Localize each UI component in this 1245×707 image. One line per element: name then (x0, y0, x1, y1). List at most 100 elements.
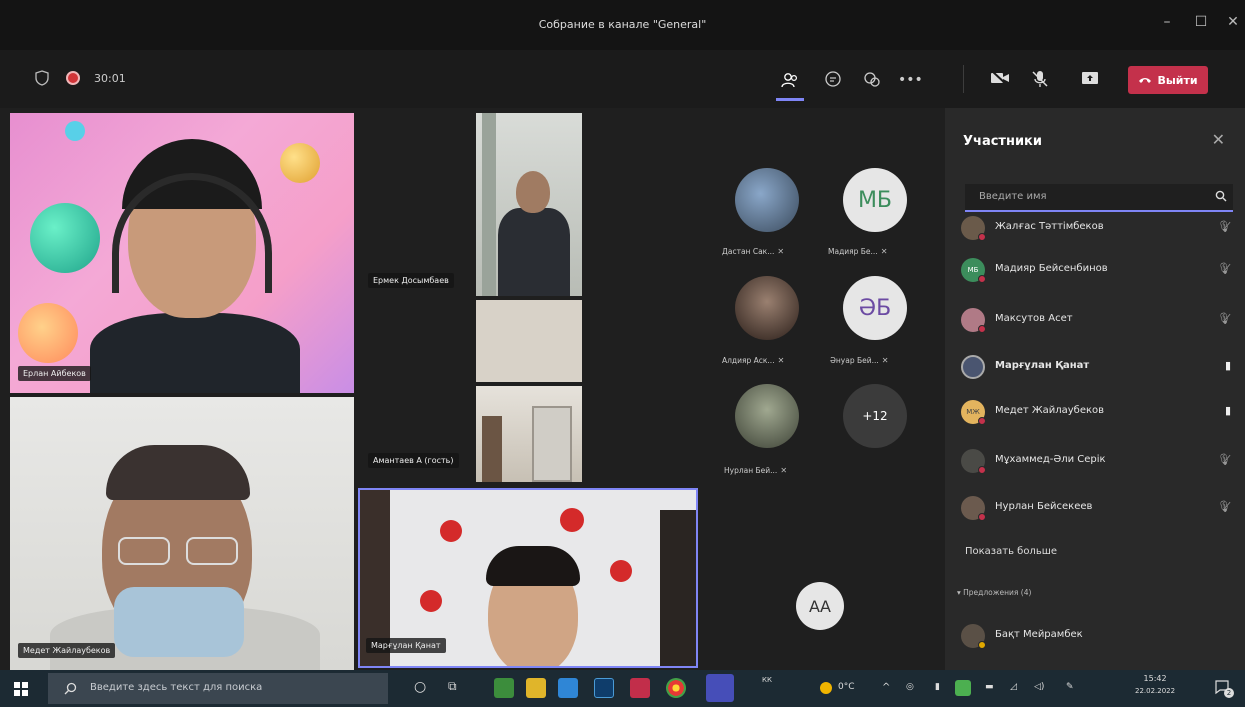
mic-off-icon[interactable] (1030, 70, 1050, 90)
video-tile-amantaev[interactable] (476, 386, 582, 482)
network-icon[interactable]: ◿ (1010, 682, 1017, 692)
reactions-icon[interactable] (862, 70, 882, 90)
clock-date: 22.02.2022 (1135, 687, 1176, 695)
close-panel-icon[interactable]: ✕ (1212, 130, 1225, 149)
window-title: Собрание в канале "General" (538, 18, 707, 31)
search-input[interactable] (979, 191, 1199, 202)
taskbar-search[interactable]: Введите здесь текст для поиска (48, 673, 388, 704)
avatar (961, 308, 986, 333)
suggestions-header[interactable]: ▾ Предложения (4) (957, 588, 1031, 597)
flower-pattern (610, 560, 632, 582)
close-window-button[interactable]: ✕ (1222, 14, 1244, 30)
person-body (90, 313, 300, 393)
search-icon[interactable] (1215, 190, 1227, 205)
minimize-button[interactable]: – (1156, 14, 1178, 30)
participant-name: Ерлан Айбеков (18, 366, 91, 381)
avatar-initials[interactable]: ӘБ (843, 276, 907, 340)
camera-off-icon[interactable] (990, 70, 1010, 90)
people-button[interactable] (780, 70, 800, 90)
furniture (482, 416, 502, 482)
participant-row[interactable]: Мұхаммед-Әли Серік 🎙︎̸ (961, 449, 1231, 474)
participant-search[interactable] (965, 184, 1233, 212)
more-participants-button[interactable]: +12 (843, 384, 907, 448)
mic-on-icon: ▮ (1224, 359, 1231, 372)
flower-pattern (420, 590, 442, 612)
mic-off-icon: ✕ (780, 466, 788, 475)
participant-row[interactable]: МБ Мадияр Бейсенбинов 🎙︎̸ (961, 258, 1231, 283)
mic-off-icon: 🎙︎̸ (1217, 500, 1231, 513)
decor-sphere (280, 143, 320, 183)
pen-icon[interactable]: ✎ (1066, 682, 1074, 692)
avatar: МЖ (961, 400, 986, 425)
clock[interactable]: 15:42 22.02.2022 (1135, 674, 1175, 695)
language-indicator[interactable]: КК (762, 676, 772, 684)
chat-icon[interactable] (823, 70, 843, 90)
participant-name: Марғұлан Қанат (366, 638, 446, 653)
mic-off-icon: 🎙︎̸ (1217, 262, 1231, 275)
participant-row[interactable]: Нурлан Бейсекеев 🎙︎̸ (961, 496, 1231, 521)
teams-icon[interactable] (706, 674, 734, 702)
meeting-toolbar: 30:01 ••• Выйти (0, 50, 1245, 108)
glasses-icon (118, 537, 170, 565)
avatar-photo[interactable] (735, 276, 799, 340)
video-tile-zhailaubekov[interactable]: Медет Жайлаубеков (10, 397, 354, 670)
participant-row[interactable]: Марғұлан Қанат ▮ (961, 355, 1231, 379)
participant-name: Ермек Досымбаев (368, 273, 454, 288)
person-hair (106, 445, 250, 500)
store-icon[interactable] (558, 678, 578, 698)
mail-icon[interactable] (594, 678, 614, 698)
glasses-icon (186, 537, 238, 565)
decor-sphere (30, 203, 100, 273)
shield-icon (32, 70, 52, 90)
tray-app-icon[interactable] (955, 680, 971, 696)
mic-off-icon: ✕ (880, 247, 888, 256)
cortana-icon[interactable]: ○ (414, 679, 426, 695)
tray-mic-icon[interactable]: ▮ (935, 682, 940, 692)
audio-tile[interactable]: АА (712, 542, 945, 670)
suggested-row[interactable]: Бақт Мейрамбек (961, 624, 1231, 649)
phone-icon (1138, 74, 1152, 87)
participant-row[interactable]: МЖ Медет Жайлаубеков ▮ (961, 400, 1231, 425)
app-icon-red[interactable] (630, 678, 650, 698)
face-mask (114, 587, 244, 657)
share-screen-icon[interactable] (1080, 70, 1100, 90)
avatar-label: Мадияр Бе... ✕ (828, 247, 888, 256)
folder-icon[interactable] (526, 678, 546, 698)
tray-chevron-icon[interactable]: ^ (882, 682, 890, 693)
mic-off-icon: ✕ (777, 247, 785, 256)
volume-icon[interactable]: ◁) (1034, 682, 1044, 692)
task-view-icon[interactable]: ⧉ (448, 679, 457, 694)
avatar-photo[interactable] (735, 384, 799, 448)
avatar-photo[interactable] (735, 168, 799, 232)
show-more-link[interactable]: Показать больше (965, 546, 1057, 557)
participant-row[interactable]: Жалғас Тәттімбеков 🎙︎̸ (961, 216, 1231, 241)
clock-time: 15:42 (1143, 674, 1167, 683)
video-tile-aibekov[interactable]: Ерлан Айбеков (10, 113, 354, 393)
battery-icon[interactable]: ▬ (985, 682, 994, 692)
leave-button[interactable]: Выйти (1128, 66, 1208, 94)
video-tile-dosymbaev[interactable] (476, 113, 582, 296)
maximize-button[interactable]: ☐ (1190, 14, 1212, 30)
person-hair (486, 546, 580, 586)
notification-center-icon[interactable]: 2 (1214, 679, 1234, 698)
mic-on-icon: ▮ (1224, 404, 1231, 417)
chrome-icon[interactable] (666, 678, 686, 698)
avatar-initials: АА (796, 582, 844, 630)
avatar (961, 496, 986, 521)
decor-sphere (65, 121, 85, 141)
windows-start-icon[interactable] (14, 681, 28, 700)
weather-temp[interactable]: 0°C (838, 682, 855, 692)
more-icon[interactable]: ••• (898, 70, 923, 90)
flower-pattern (560, 508, 584, 532)
mic-off-icon: 🎙︎̸ (1217, 453, 1231, 466)
avatar (961, 624, 986, 649)
participant-row[interactable]: Максутов Асет 🎙︎̸ (961, 308, 1231, 333)
meeting-timer: 30:01 (94, 72, 126, 85)
video-tile-empty[interactable] (476, 300, 582, 382)
avatar (961, 449, 986, 474)
avatar-initials[interactable]: МБ (843, 168, 907, 232)
taskbar: Введите здесь текст для поиска ○ ⧉ КК 0°… (0, 670, 1245, 707)
tray-app-icon[interactable]: ◎ (906, 682, 914, 692)
video-tile-margulan[interactable]: Марғұлан Қанат (358, 488, 698, 668)
app-icon-1[interactable] (494, 678, 514, 698)
